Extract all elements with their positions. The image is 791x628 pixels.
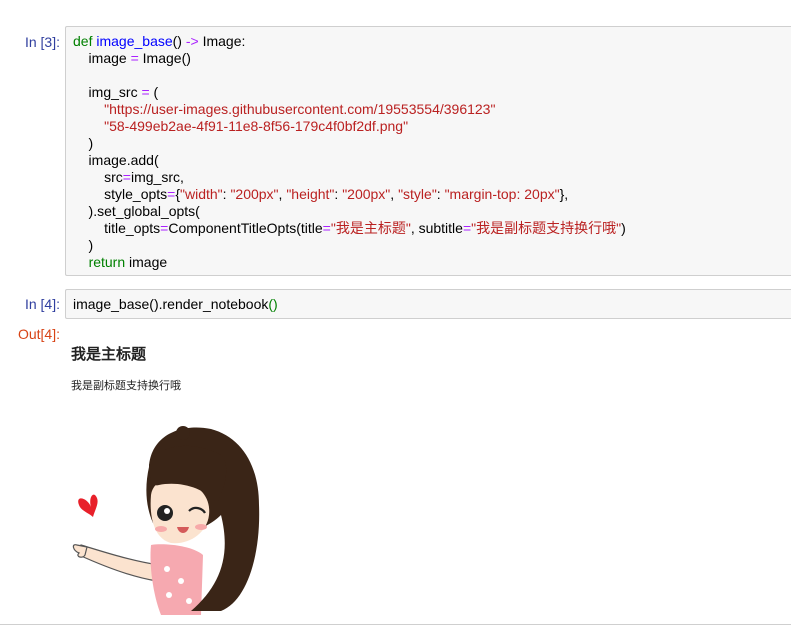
cell-4-input[interactable]: image_base().render_notebook() [65, 289, 791, 319]
cell-3-input[interactable]: def image_base() -> Image: image = Image… [65, 26, 791, 276]
output-prompt: Out[4]: [17, 326, 60, 342]
code-line: ).set_global_opts( [73, 203, 200, 219]
code-line: image_base().render_notebook() [73, 296, 278, 312]
cell-divider [0, 624, 791, 625]
code-line: title_opts=ComponentTitleOpts(title="我是主… [73, 220, 626, 236]
shirt [150, 544, 203, 615]
arm [78, 544, 160, 582]
output-subtitle: 我是副标题支持换行哦 [71, 379, 181, 392]
cartoon-girl-waving-image [72, 426, 260, 615]
code-line: ) [73, 135, 94, 151]
code-line: src=img_src, [73, 169, 184, 185]
code-line: "58-499eb2ae-4f91-11e8-8f56-179c4f0bf2df… [73, 118, 408, 134]
code-line: image.add( [73, 152, 159, 168]
cell-3-code[interactable]: def image_base() -> Image: image = Image… [66, 27, 791, 271]
code-line: image = Image() [73, 50, 191, 66]
cell-4-code[interactable]: image_base().render_notebook() [66, 290, 791, 313]
code-line: img_src = ( [73, 84, 159, 100]
code-line: ) [73, 237, 94, 253]
code-line: "https://user-images.githubusercontent.c… [73, 101, 495, 117]
output-title: 我是主标题 [71, 345, 147, 363]
url-string-1: "https://user-images.githubusercontent.c… [104, 101, 496, 117]
url-string-2: "58-499eb2ae-4f91-11e8-8f56-179c4f0bf2df… [104, 118, 409, 134]
code-line: def image_base() -> Image: [73, 33, 246, 49]
cell-4-prompt: In [4]: [24, 296, 60, 312]
code-line: style_opts={"width": "200px", "height": … [73, 186, 569, 202]
cell-3-prompt: In [3]: [24, 34, 60, 50]
hand [72, 544, 88, 558]
heart-icon [78, 494, 98, 517]
code-line: return image [88, 254, 168, 270]
